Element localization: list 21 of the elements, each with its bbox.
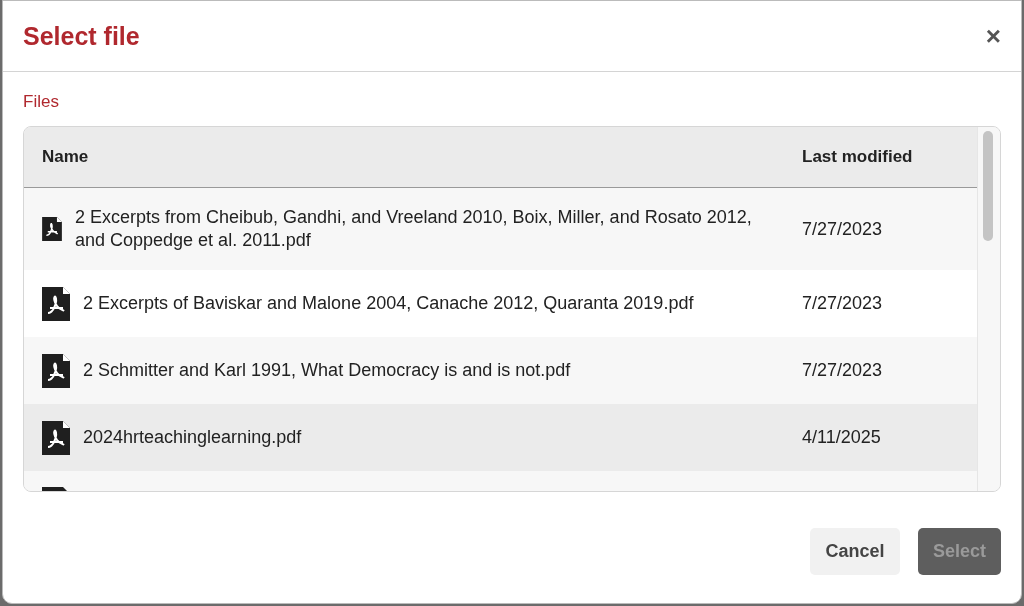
file-name: 2 Excerpts from Cheibub, Gandhi, and Vreeland 2010, Boix, Miller, and Rosato 2012, and Coppedge et al. 2011.pdf	[75, 206, 753, 252]
section-label: Files	[23, 92, 59, 112]
modified-date: 4/11/2025	[802, 427, 882, 448]
dialog-title: Select file	[23, 21, 140, 51]
file-name: 2024hrteachinglearning.pdf	[83, 426, 302, 449]
file-name: 2 Excerpts of Baviskar and Malone 2004, Canache 2012, Quaranta 2019.pdf	[83, 292, 694, 315]
file-name: 2 Schmitter and Karl 1991, What Democracy is and is not.pdf	[83, 359, 571, 382]
close-button[interactable]: ×	[981, 20, 1005, 52]
modified-date: 7/27/2023	[802, 218, 884, 240]
scrollbar[interactable]	[977, 127, 1000, 491]
file-row[interactable]: 2 Excerpts of Baviskar and Malone 2004, Canache 2012, Quaranta 2019.pdf 7/27/2023	[24, 270, 978, 337]
pdf-icon	[42, 353, 70, 388]
pdf-icon	[42, 286, 70, 321]
column-header: Last modified	[802, 147, 914, 167]
pdf-icon	[42, 217, 62, 241]
modified-date: 7/27/2023	[802, 360, 884, 381]
column-header: Name	[41, 147, 90, 167]
pdf-icon	[42, 420, 70, 455]
cancel-button[interactable]: Cancel	[810, 528, 900, 575]
modified-date: 7/27/2023	[802, 293, 884, 314]
file-row[interactable]: 2024hrteachinglearning.pdf 4/11/2025	[24, 404, 978, 471]
